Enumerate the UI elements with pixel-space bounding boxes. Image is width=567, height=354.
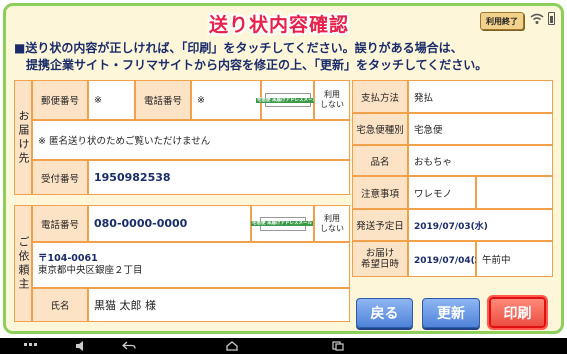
instruction-line-2: 提携企業サイト・フリマサイトから内容を修正の上、「更新」をタッチしてください。 xyxy=(14,57,488,72)
screen: 送り状内容確認 利用終了 ■送り状の内容が正しければ、「印刷」をタッチしてくださ… xyxy=(0,0,567,338)
back-button[interactable]: 戻る xyxy=(356,298,413,328)
sender-phone-value: 080-0000-0000 xyxy=(88,205,251,242)
caution-extra-cell xyxy=(476,176,553,209)
payment-value: 発払 xyxy=(408,80,553,113)
recipient-usage-toggle[interactable]: 利用 しない xyxy=(314,80,350,120)
delivery-label-line1: お届け xyxy=(365,248,395,259)
page-title: 送り状内容確認 xyxy=(208,13,349,36)
sender-usage-toggle[interactable]: 利用 しない xyxy=(314,205,350,242)
sender-usage-line1: 利用 xyxy=(324,213,340,223)
ship-date-value: 2019/07/03(水) xyxy=(408,209,553,241)
recipient-postal-value: ※ xyxy=(88,80,135,120)
instruction-text: ■送り状の内容が正しければ、「印刷」をタッチしてください。誤りがある場合は、 提… xyxy=(14,40,554,73)
recipient-postal-label: 郵便番号 xyxy=(32,80,88,120)
sender-phone-label: 電話番号 xyxy=(32,205,88,242)
home-nav-icon[interactable] xyxy=(226,341,238,351)
item-label: 品名 xyxy=(352,145,408,176)
recipient-usage-line2: しない xyxy=(320,100,344,109)
print-button[interactable]: 印刷 xyxy=(489,297,546,328)
payment-label: 支払方法 xyxy=(352,80,408,113)
recipient-badge-cell: 宅急便 未届けアドレスメール xyxy=(255,80,319,120)
wifi-icon xyxy=(530,13,544,24)
sender-name-value: 黒猫 太郎 様 xyxy=(88,288,350,322)
volume-icon[interactable] xyxy=(76,341,88,351)
sender-section-label: ご依頼主 xyxy=(14,205,32,322)
service-label: 宅急便種別 xyxy=(352,113,408,145)
battery-icon xyxy=(548,12,555,25)
back-nav-icon[interactable] xyxy=(122,341,136,351)
recent-apps-icon[interactable] xyxy=(332,341,344,351)
service-value: 宅急便 xyxy=(408,113,553,145)
sender-notify-badge: 宅急便 未届けアドレスメール xyxy=(250,216,314,231)
delivery-time-value: 午前中 xyxy=(476,241,553,277)
sender-badge-cell: 宅急便 未届けアドレスメール xyxy=(250,205,314,242)
recipient-usage-line1: 利用 xyxy=(324,90,340,99)
recipient-anonymous-note: ※ 匿名送り状のためご覧いただけません xyxy=(32,120,350,160)
delivery-label: お届け 希望日時 xyxy=(352,241,408,277)
sender-address-cell: 〒104-0061 東京都中央区銀座２丁目 xyxy=(32,242,350,288)
sender-postal: 〒104-0061 xyxy=(38,253,98,264)
delivery-label-line2: 希望日時 xyxy=(360,259,399,270)
ship-date-label: 発送予定日 xyxy=(352,209,408,241)
sender-usage-line2: しない xyxy=(320,223,344,233)
recipient-receipt-label: 受付番号 xyxy=(32,160,88,195)
sender-address: 東京都中央区銀座２丁目 xyxy=(38,265,143,276)
recipient-notify-badge: 宅急便 未届けアドレスメール xyxy=(255,93,319,107)
caution-label: 注意事項 xyxy=(352,176,408,209)
sender-badge-text: 宅急便 未届けアドレスメール xyxy=(250,221,314,226)
item-value: おもちゃ xyxy=(408,145,553,176)
delivery-date-value: 2019/07/04(木) xyxy=(408,241,488,277)
end-use-button[interactable]: 利用終了 xyxy=(480,12,524,30)
recipient-section-label: お届け先 xyxy=(14,80,32,195)
grid-icon[interactable] xyxy=(24,341,38,351)
recipient-receipt-value: 1950982538 xyxy=(88,160,350,195)
instruction-line-1: ■送り状の内容が正しければ、「印刷」をタッチしてください。誤りがある場合は、 xyxy=(14,41,463,55)
update-button[interactable]: 更新 xyxy=(422,298,480,328)
recipient-phone-value: ※ xyxy=(191,80,261,120)
system-nav-bar xyxy=(0,338,567,354)
sender-name-label: 氏名 xyxy=(32,288,88,322)
recipient-badge-text: 宅急便 未届けアドレスメール xyxy=(255,97,319,103)
caution-value: ワレモノ xyxy=(408,176,476,209)
recipient-phone-label: 電話番号 xyxy=(135,80,191,120)
